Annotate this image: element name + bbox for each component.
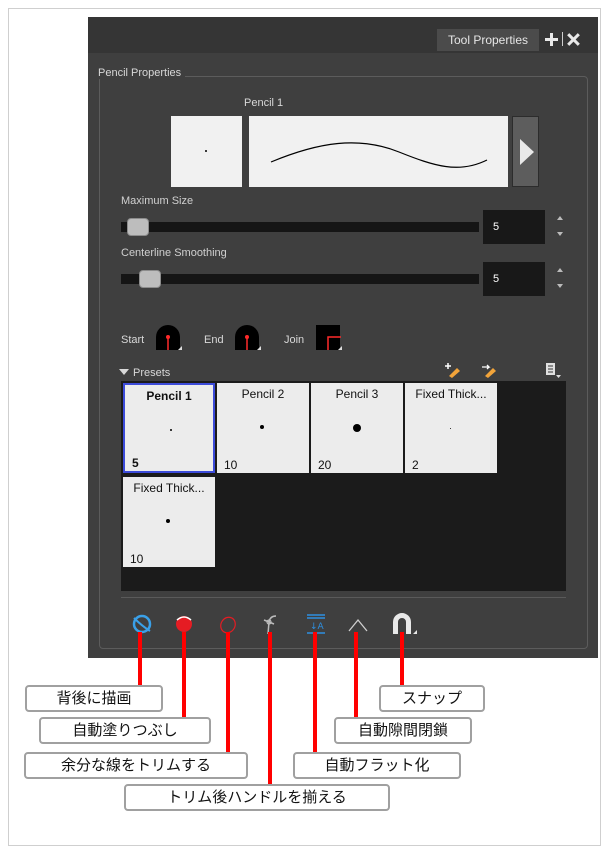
callout-auto-fill: 自動塗りつぶし: [39, 717, 211, 744]
new-preset-icon[interactable]: [445, 362, 463, 378]
preset-tip-dot: [166, 519, 170, 523]
start-cap-label: Start: [121, 334, 145, 346]
tip-preview: [171, 116, 242, 187]
centerline-smoothing-thumb[interactable]: [139, 270, 161, 288]
preset-tip-dot: [170, 429, 172, 431]
tab-separator: [562, 32, 563, 46]
end-cap-icon[interactable]: [233, 323, 261, 351]
maximum-size-field[interactable]: 5: [483, 210, 545, 244]
preset-size: 10: [130, 552, 144, 566]
close-icon[interactable]: [567, 33, 580, 46]
svg-text:↓A: ↓A: [310, 622, 325, 632]
panel-tab-bar: Tool Properties: [88, 17, 598, 53]
maximum-size-thumb[interactable]: [127, 218, 149, 236]
leader-auto-close-gap: [354, 632, 358, 717]
callout-auto-close-gap: 自動隙間閉鎖: [334, 717, 472, 744]
leader-snap: [400, 632, 404, 685]
preset-name: Pencil 1: [146, 389, 192, 403]
current-preset-label: Pencil 1: [244, 97, 284, 109]
stroke-preview-curve: [270, 142, 488, 168]
join-label: Join: [284, 334, 305, 346]
preset-name: Fixed Thick...: [415, 387, 487, 401]
tab-icons: [545, 28, 595, 50]
preset-name: Fixed Thick...: [133, 481, 205, 495]
group-title: Pencil Properties: [94, 67, 186, 79]
auto-close-gap-icon[interactable]: [346, 612, 370, 636]
callout-auto-flatten: 自動フラット化: [293, 752, 461, 779]
callout-trim-extra: 余分な線をトリムする: [24, 752, 248, 779]
preset-name: Pencil 2: [241, 387, 285, 401]
preset-size: 2: [412, 458, 419, 472]
end-cap-label: End: [204, 334, 224, 346]
draw-behind-icon[interactable]: [130, 612, 154, 636]
preset-item-fixed-thickness-1[interactable]: Fixed Thick... 2: [405, 383, 497, 473]
join-icon[interactable]: [314, 323, 342, 351]
leader-auto-flatten: [313, 632, 317, 752]
tip-dot: [205, 150, 207, 152]
leader-draw-behind: [138, 632, 142, 685]
preset-item-pencil-3[interactable]: Pencil 3 20: [311, 383, 403, 473]
maximum-size-label: Maximum Size: [121, 195, 194, 207]
leader-auto-fill: [182, 632, 186, 717]
presets-list: Pencil 1 5 Pencil 2 10 Pencil 3 20 Fixed…: [121, 381, 566, 591]
presets-menu-icon[interactable]: [544, 362, 562, 378]
update-preset-icon[interactable]: [481, 362, 499, 378]
add-view-icon[interactable]: [545, 32, 558, 46]
preset-size: 5: [132, 456, 139, 470]
tab-tool-properties[interactable]: Tool Properties: [437, 29, 539, 51]
centerline-smoothing-slider[interactable]: [121, 270, 479, 288]
align-handles-icon[interactable]: [260, 612, 284, 636]
preset-name: Pencil 3: [335, 387, 379, 401]
preset-size: 20: [318, 458, 332, 472]
centerline-smoothing-spinner[interactable]: [554, 264, 566, 294]
preset-tip-dot: [450, 428, 451, 429]
maximum-size-slider[interactable]: [121, 218, 479, 236]
centerline-smoothing-field[interactable]: 5: [483, 262, 545, 296]
tool-properties-panel: Tool Properties Pencil Properties Pencil…: [88, 17, 598, 658]
preset-tip-dot: [353, 424, 361, 432]
snap-icon[interactable]: [390, 612, 418, 636]
start-cap-icon[interactable]: [154, 323, 182, 351]
preset-item-pencil-1[interactable]: Pencil 1 5: [123, 383, 215, 473]
preset-item-pencil-2[interactable]: Pencil 2 10: [217, 383, 309, 473]
leader-trim-extra: [226, 632, 230, 752]
preset-item-fixed-thickness-2[interactable]: Fixed Thick... 10: [123, 477, 215, 567]
callout-draw-behind: 背後に描画: [25, 685, 163, 712]
callout-align-handles: トリム後ハンドルを揃える: [124, 784, 390, 811]
preset-tip-dot: [260, 425, 264, 429]
presets-header[interactable]: Presets: [119, 367, 170, 379]
collapse-icon: [119, 369, 129, 375]
centerline-smoothing-label: Centerline Smoothing: [121, 247, 227, 259]
leader-align-handles: [268, 632, 272, 784]
options-divider: [121, 597, 566, 598]
show-extended-button[interactable]: [512, 116, 539, 187]
presets-label: Presets: [133, 367, 171, 379]
maximum-size-spinner[interactable]: [554, 212, 566, 242]
preset-size: 10: [224, 458, 238, 472]
callout-snap: スナップ: [379, 685, 485, 712]
stroke-preview: [249, 116, 508, 187]
